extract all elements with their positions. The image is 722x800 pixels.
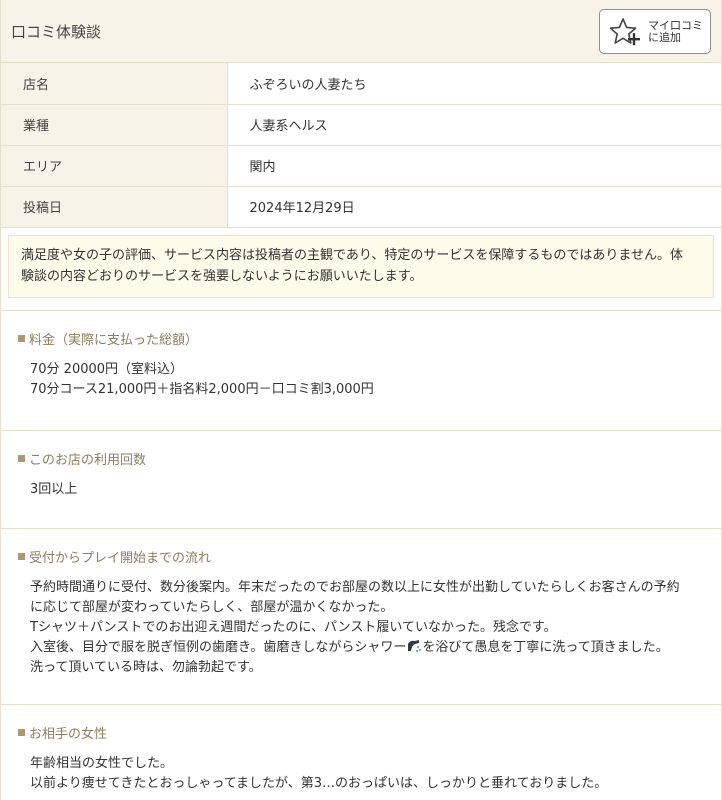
section-body: 70分 20000円（室料込） 70分コース21,000円＋指名料2,000円－… xyxy=(18,360,704,400)
heading-square-icon xyxy=(18,454,25,462)
info-key: エリア xyxy=(1,145,228,187)
shop-info-table: 店名 ふぞろいの人妻たち 業種 人妻系ヘルス エリア 関内 投稿日 2024年1… xyxy=(1,63,721,228)
section-visits: このお店の利用回数 3回以上 xyxy=(1,429,721,524)
body-text: を浴びて愚息を丁寧に洗って頂きました。 xyxy=(422,639,669,655)
section-heading-text: 受付からプレイ開始までの流れ xyxy=(29,550,212,566)
star-plus-icon xyxy=(609,17,643,47)
body-line: 70分 20000円（室料込） xyxy=(30,361,184,377)
body-line: 入室後、目分で服を脱ぎ恒例の歯磨き。歯磨きしながらシャワー を浴びて愚息を丁寧に洗… xyxy=(30,638,704,658)
shower-icon xyxy=(406,639,422,653)
section-price: 料金（実際に支払った総額） 70分 20000円（室料込） 70分コース21,0… xyxy=(1,309,721,418)
heading-square-icon xyxy=(18,334,25,342)
page-title: 口コミ体験談 xyxy=(11,23,102,41)
section-heading: このお店の利用回数 xyxy=(18,449,704,468)
section-heading-text: 料金（実際に支払った総額） xyxy=(29,332,199,348)
body-line: 年齢相当の女性でした。 xyxy=(30,755,174,771)
info-key: 投稿日 xyxy=(1,186,228,228)
info-value: ふぞろいの人妻たち xyxy=(227,63,721,105)
body-line: 3回以上 xyxy=(30,481,78,497)
section-body: 3回以上 xyxy=(18,480,704,500)
info-key: 業種 xyxy=(1,104,228,146)
info-value: 2024年12月29日 xyxy=(227,186,721,228)
body-line: 以前より痩せてきたとおっしゃってましたが、第3…のおっぱいは、しっかりと垂れてお… xyxy=(30,775,608,791)
info-row-shop: 店名 ふぞろいの人妻たち xyxy=(1,63,721,105)
section-heading-text: お相手の女性 xyxy=(29,726,108,742)
section-heading: 料金（実際に支払った総額） xyxy=(18,329,704,348)
section-body: 予約時間通りに受付、数分後案内。年末だったのでお部屋の数以上に女性が出勤していた… xyxy=(18,578,704,678)
section-body: 年齢相当の女性でした。 以前より痩せてきたとおっしゃってましたが、第3…のおっぱ… xyxy=(18,754,704,794)
disclaimer-line: 満足度や女の子の評価、サービス内容は投稿者の主観であり、特定のサービスを保障する… xyxy=(21,247,683,263)
section-partner: お相手の女性 年齢相当の女性でした。 以前より痩せてきたとおっしゃってましたが、… xyxy=(1,703,721,800)
info-row-area: エリア 関内 xyxy=(1,145,721,187)
heading-square-icon xyxy=(18,728,25,736)
info-row-post-date: 投稿日 2024年12月29日 xyxy=(1,186,721,228)
body-line: に応じて部屋が変わっていたらしく、部屋が温かくなかった。 xyxy=(30,599,394,615)
disclaimer-notice: 満足度や女の子の評価、サービス内容は投稿者の主観であり、特定のサービスを保障する… xyxy=(8,234,714,298)
mylist-label-line2: に追加 xyxy=(648,30,681,44)
section-heading: お相手の女性 xyxy=(18,723,704,742)
page-header: 口コミ体験談 マイ口コミ に追加 xyxy=(1,0,721,63)
info-key: 店名 xyxy=(1,63,228,105)
section-heading-text: このお店の利用回数 xyxy=(29,452,147,468)
section-flow: 受付からプレイ開始までの流れ 予約時間通りに受付、数分後案内。年末だったのでお部… xyxy=(1,527,721,704)
add-to-my-reviews-label: マイ口コミ に追加 xyxy=(648,19,703,44)
disclaimer-line: 験談の内容どおりのサービスを強要しないようにお願いいたします。 xyxy=(21,268,423,284)
body-line: 70分コース21,000円＋指名料2,000円－口コミ割3,000円 xyxy=(30,381,374,397)
section-heading: 受付からプレイ開始までの流れ xyxy=(18,547,704,566)
body-line: 洗って頂いている時は、勿論勃起です。 xyxy=(30,659,262,675)
heading-square-icon xyxy=(18,552,25,560)
add-to-my-reviews-button[interactable]: マイ口コミ に追加 xyxy=(599,9,711,54)
info-row-category: 業種 人妻系ヘルス xyxy=(1,104,721,146)
body-line: Tシャツ＋パンストでのお出迎え週間だったのに、パンスト履いていなかった。残念です… xyxy=(30,619,557,635)
body-text: 入室後、目分で服を脱ぎ恒例の歯磨き。歯磨きしながらシャワー xyxy=(30,639,407,655)
body-line: 予約時間通りに受付、数分後案内。年末だったのでお部屋の数以上に女性が出勤していた… xyxy=(30,579,680,595)
info-value: 人妻系ヘルス xyxy=(227,104,721,146)
info-value: 関内 xyxy=(227,145,721,187)
review-page: 口コミ体験談 マイ口コミ に追加 店名 ふぞろいの人妻たち 業種 人妻系ヘルス xyxy=(0,0,722,800)
